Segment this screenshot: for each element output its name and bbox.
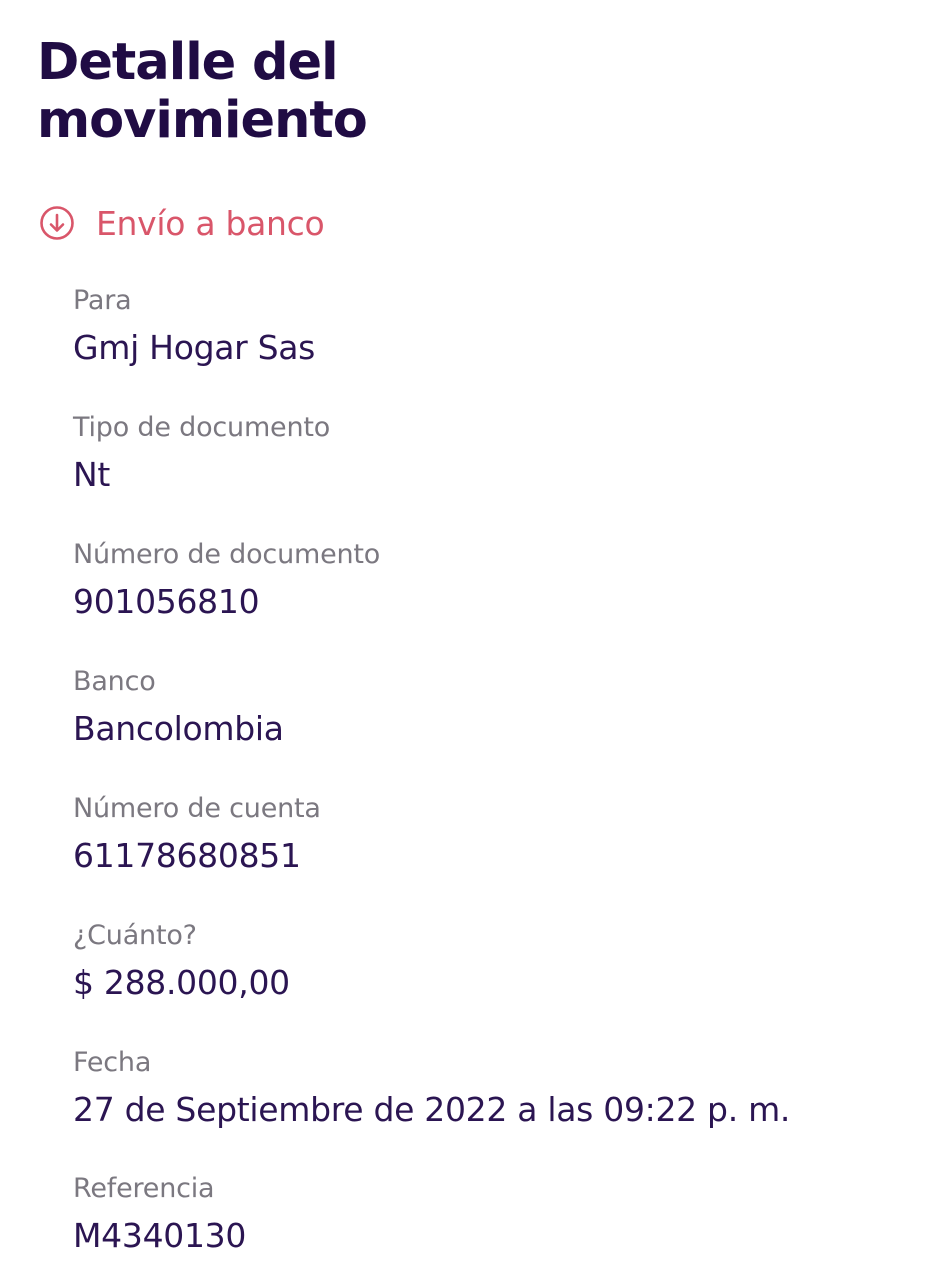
field-referencia: Referencia M4340130 xyxy=(73,1173,246,1256)
field-label: Para xyxy=(73,285,132,316)
field-numero-cuenta: Número de cuenta 61178680851 xyxy=(73,793,321,876)
field-label: Banco xyxy=(73,666,156,697)
field-cuanto: ¿Cuánto? $ 288.000,00 xyxy=(73,920,290,1003)
document-type-value: Nt xyxy=(73,455,111,494)
amount-value: $ 288.000,00 xyxy=(73,963,290,1002)
field-label: Tipo de documento xyxy=(73,412,331,443)
account-number-value: 61178680851 xyxy=(73,836,301,875)
field-label: Fecha xyxy=(73,1047,152,1078)
document-number-value: 901056810 xyxy=(73,582,260,621)
recipient-value: Gmj Hogar Sas xyxy=(73,328,316,367)
movement-type: Envío a banco xyxy=(39,201,325,245)
page-title: Detalle del movimiento xyxy=(37,33,368,150)
field-label: Referencia xyxy=(73,1173,215,1204)
field-label: Número de documento xyxy=(73,539,381,570)
field-para: Para Gmj Hogar Sas xyxy=(73,285,315,368)
field-label: ¿Cuánto? xyxy=(73,920,197,951)
bank-value: Bancolombia xyxy=(73,709,284,748)
field-label: Número de cuenta xyxy=(73,793,321,824)
field-tipo-documento: Tipo de documento Nt xyxy=(73,412,330,495)
page-title-line-2: movimiento xyxy=(37,91,368,150)
field-numero-documento: Número de documento 901056810 xyxy=(73,539,380,622)
movement-type-label: Envío a banco xyxy=(96,203,325,243)
field-fecha: Fecha 27 de Septiembre de 2022 a las 09:… xyxy=(73,1047,790,1130)
field-banco: Banco Bancolombia xyxy=(73,666,284,749)
page-title-line-1: Detalle del xyxy=(37,33,339,92)
date-value: 27 de Septiembre de 2022 a las 09:22 p. … xyxy=(73,1090,791,1129)
arrow-down-circle-icon xyxy=(39,205,75,241)
reference-value: M4340130 xyxy=(73,1216,247,1255)
